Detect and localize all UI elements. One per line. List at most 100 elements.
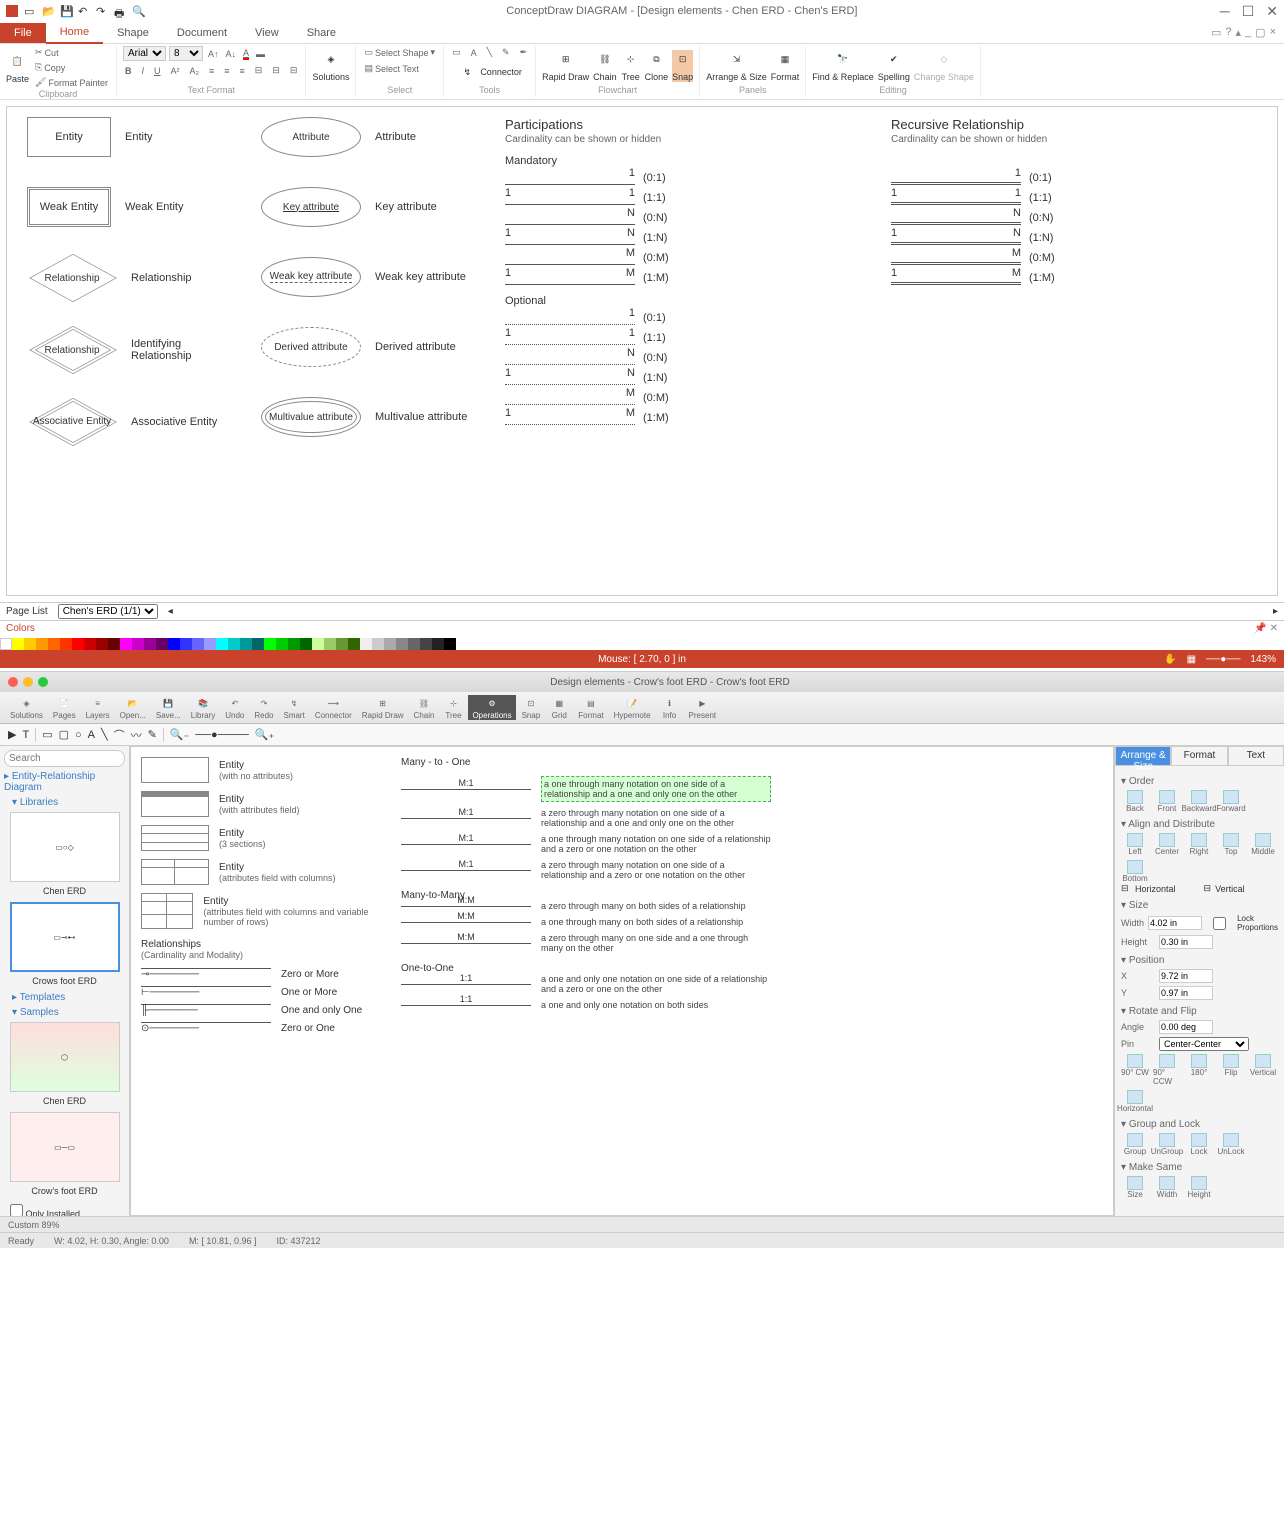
zoom-status[interactable]: Custom 89% [8,1220,60,1230]
tree-root[interactable]: ▸ Entity-Relationship Diagram [4,771,125,793]
chen-sample-thumb[interactable]: ⬡ [10,1022,120,1092]
search-icon[interactable]: 🔍 [132,5,144,17]
x-input[interactable] [1159,969,1213,983]
chen-erd-thumb[interactable]: ▭○◇ [10,812,120,882]
pin-icon[interactable]: 📌 ✕ [1254,623,1278,634]
redo-button[interactable]: ↷Redo [250,695,277,720]
connector-button[interactable]: ↯ Connector [457,62,522,82]
solutions-button[interactable]: ◈ Solutions [312,50,349,82]
zoom-dot[interactable] [38,677,48,687]
undo-icon[interactable]: ↶ [78,5,90,17]
collapse-icon[interactable]: ▴ [1236,26,1242,39]
rapid-draw-button[interactable]: ⊞Rapid Draw [358,695,408,720]
super-button[interactable]: A² [169,64,182,77]
rapid-draw-button[interactable]: ⊞Rapid Draw [542,50,589,82]
y-input[interactable] [1159,986,1213,1000]
attribute-shape[interactable]: Attribute [261,117,361,157]
share-tab[interactable]: Share [293,23,350,43]
unlock-button[interactable]: UnLock [1217,1133,1245,1156]
minimize-button[interactable]: ─ [1220,3,1230,20]
open-button[interactable]: 📂Open... [116,695,150,720]
samples-node[interactable]: ▾ Samples [4,1007,125,1018]
highlight-icon[interactable]: ▬ [254,46,267,61]
format-button[interactable]: ▤Format [574,695,607,720]
associative-entity-shape[interactable]: Associative Entity [27,401,117,443]
italic-button[interactable]: I [139,64,146,77]
format-painter-button[interactable]: 🖌Format Painter [33,76,110,89]
pages-button[interactable]: 📄Pages [49,695,80,720]
nav-right-icon[interactable]: ▸ [1273,606,1278,617]
pen-tool-icon[interactable]: ✎ [148,728,157,741]
arc-tool-icon[interactable]: ⌒ [114,727,125,743]
font-color-icon[interactable]: A [241,46,251,61]
select-text-button[interactable]: ▤ Select Text [362,62,420,75]
new-icon[interactable]: ▭ [24,5,36,17]
multivalue-attribute-shape[interactable]: Multivalue attribute [261,397,361,437]
snap-button[interactable]: ⊡Snap [672,50,693,82]
templates-node[interactable]: ▸ Templates [4,992,125,1003]
max-icon[interactable]: ▢ [1255,26,1265,39]
width-input[interactable] [1148,916,1202,930]
align-middle-button[interactable]: Middle [1249,833,1277,856]
backward-button[interactable]: Backward [1185,790,1213,813]
solutions-button[interactable]: ◈Solutions [6,695,47,720]
shape-tab[interactable]: Shape [103,23,163,43]
derived-attribute-shape[interactable]: Derived attribute [261,327,361,367]
document-tab[interactable]: Document [163,23,241,43]
arrange-size-button[interactable]: ⇲Arrange & Size [706,50,767,82]
pen-tool-icon[interactable]: ✒ [518,46,530,59]
close-button[interactable]: ✕ [1266,3,1278,20]
canvas[interactable]: EntityEntity Weak EntityWeak Entity Rela… [6,106,1278,596]
text-tool-icon[interactable]: A [469,46,479,59]
line-tool-icon[interactable]: ╲ [101,728,108,741]
align-right-icon[interactable]: ≡ [238,64,247,77]
help-icon[interactable]: ? [1225,26,1231,39]
help-icon[interactable]: ▭ [1211,26,1221,39]
search-input[interactable] [4,750,125,767]
file-menu[interactable]: File [0,23,46,43]
home-tab[interactable]: Home [46,22,103,44]
tree-button[interactable]: ⊹Tree [621,50,641,82]
format-tab[interactable]: Format [1171,746,1227,766]
forward-button[interactable]: Forward [1217,790,1245,813]
arrow-tool-icon[interactable]: ▶ [8,728,16,741]
library-button[interactable]: 📚Library [187,695,219,720]
relationship-shape[interactable]: Relationship [27,257,117,299]
info-button[interactable]: ℹInfo [657,695,683,720]
entity-shape[interactable] [141,757,209,783]
arrange-tab[interactable]: Arrange & Size [1115,746,1171,766]
front-button[interactable]: Front [1153,790,1181,813]
layers-button[interactable]: ≡Layers [82,695,114,720]
format-panel-button[interactable]: ▦Format [771,50,800,82]
rotate-cw-button[interactable]: 90° CW [1121,1054,1149,1086]
chain-button[interactable]: ⛓Chain [410,695,439,720]
rect-tool-icon[interactable]: ▭ [42,728,52,741]
entity-shape[interactable] [141,791,209,817]
bold-button[interactable]: B [123,64,134,77]
connector-button[interactable]: ⟿Connector [311,695,356,720]
entity-shape[interactable] [141,893,193,929]
layout-icon[interactable]: ▦ [1187,654,1196,665]
font-select[interactable]: Arial [123,46,166,61]
flip-v-button[interactable]: Vertical [1249,1054,1277,1086]
text-tab[interactable]: Text [1228,746,1284,766]
crows-foot-thumb[interactable]: ▭⊸⊷ [10,902,120,972]
undo-button[interactable]: ↶Undo [221,695,248,720]
entity-shape[interactable] [141,859,209,885]
align-right-button[interactable]: Right [1185,833,1213,856]
maximize-button[interactable]: ☐ [1242,3,1255,20]
weak-key-attribute-shape[interactable]: Weak key attribute [261,257,361,297]
weak-entity-shape[interactable]: Weak Entity [27,187,111,227]
minimize-dot[interactable] [23,677,33,687]
line-tool-icon[interactable]: ╲ [485,46,494,59]
spelling-button[interactable]: ✔Spelling [878,50,910,82]
hand-icon[interactable]: ✋ [1164,654,1176,665]
present-button[interactable]: ▶Present [685,695,721,720]
selected-annotation[interactable]: a one through many notation on one side … [541,776,771,802]
group-button[interactable]: Group [1121,1133,1149,1156]
redo-icon[interactable]: ↷ [96,5,108,17]
text-tool-icon[interactable]: A [88,729,95,741]
rotate-180-button[interactable]: 180° [1185,1054,1213,1086]
save-button[interactable]: 💾Save... [152,695,185,720]
smart-button[interactable]: ↯Smart [279,695,308,720]
